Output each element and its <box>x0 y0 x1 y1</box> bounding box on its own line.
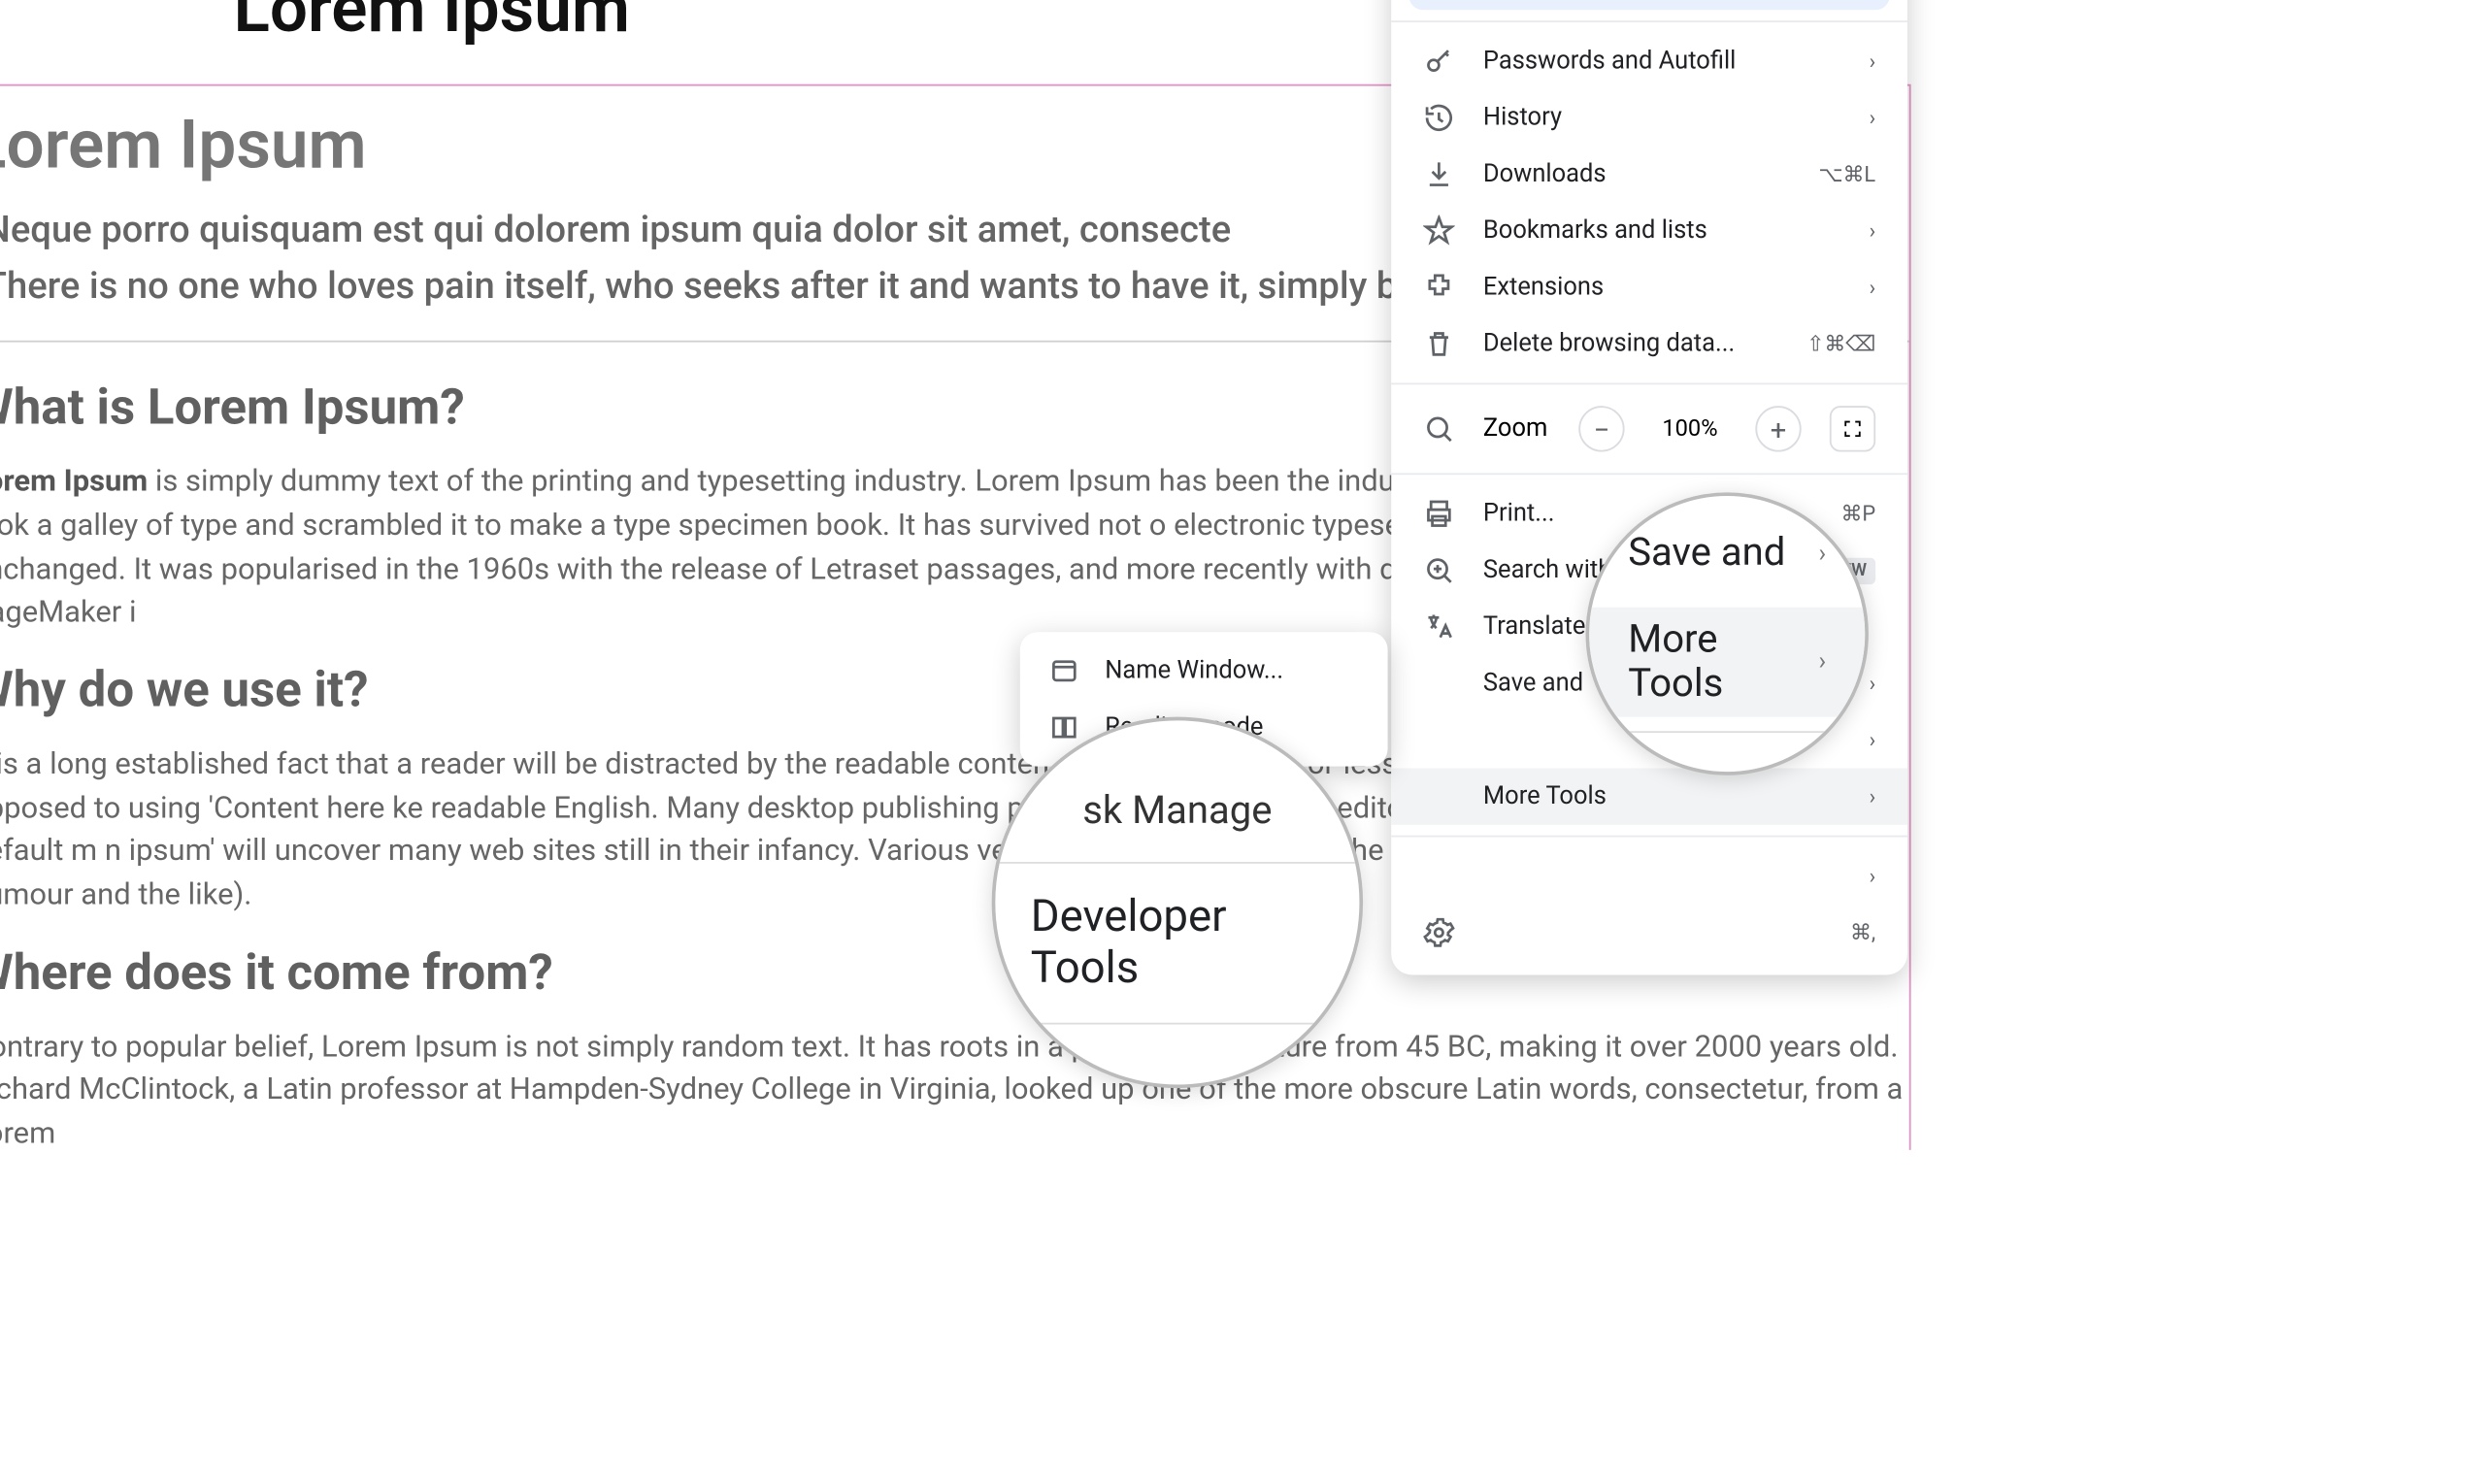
menu-bookmarks[interactable]: Bookmarks and lists› <box>1391 203 1907 259</box>
menu-zoom: Zoom − 100% + <box>1391 395 1907 462</box>
menu-delete-data[interactable]: Delete browsing data...⇧⌘⌫ <box>1391 315 1907 372</box>
menu-history[interactable]: History› <box>1391 89 1907 146</box>
menu-help[interactable]: › <box>1391 847 1907 904</box>
zoom-in-button[interactable]: + <box>1755 406 1801 451</box>
menu-passwords[interactable]: Passwords and Autofill› <box>1391 33 1907 89</box>
menu-more-tools[interactable]: More Tools› <box>1391 768 1907 824</box>
magnifier-more-tools: Save and › More Tools› <box>1586 492 1869 775</box>
submenu-name-window[interactable]: Name Window... <box>1020 643 1388 699</box>
zoom-percent: 100% <box>1653 415 1727 442</box>
zoom-out-button[interactable]: − <box>1578 406 1624 451</box>
submenu-developer-tools[interactable]: Developer Tools <box>995 874 1359 1011</box>
magnifier-dev-tools: sk Manage Developer Tools <box>992 717 1363 1088</box>
chrome-menu: New Tab⌘N New Window⌘N New Incognito Win… <box>1391 0 1907 975</box>
menu-extensions[interactable]: Extensions› <box>1391 259 1907 315</box>
menu-settings[interactable]: ⌘, <box>1391 905 1907 961</box>
fullscreen-button[interactable] <box>1830 406 1875 451</box>
menu-profile[interactable]: VNot signed in› <box>1408 0 1889 10</box>
menu-downloads[interactable]: Downloads⌥⌘L <box>1391 146 1907 202</box>
para-where: Contrary to popular belief, Lorem Ipsum … <box>0 1018 1909 1150</box>
